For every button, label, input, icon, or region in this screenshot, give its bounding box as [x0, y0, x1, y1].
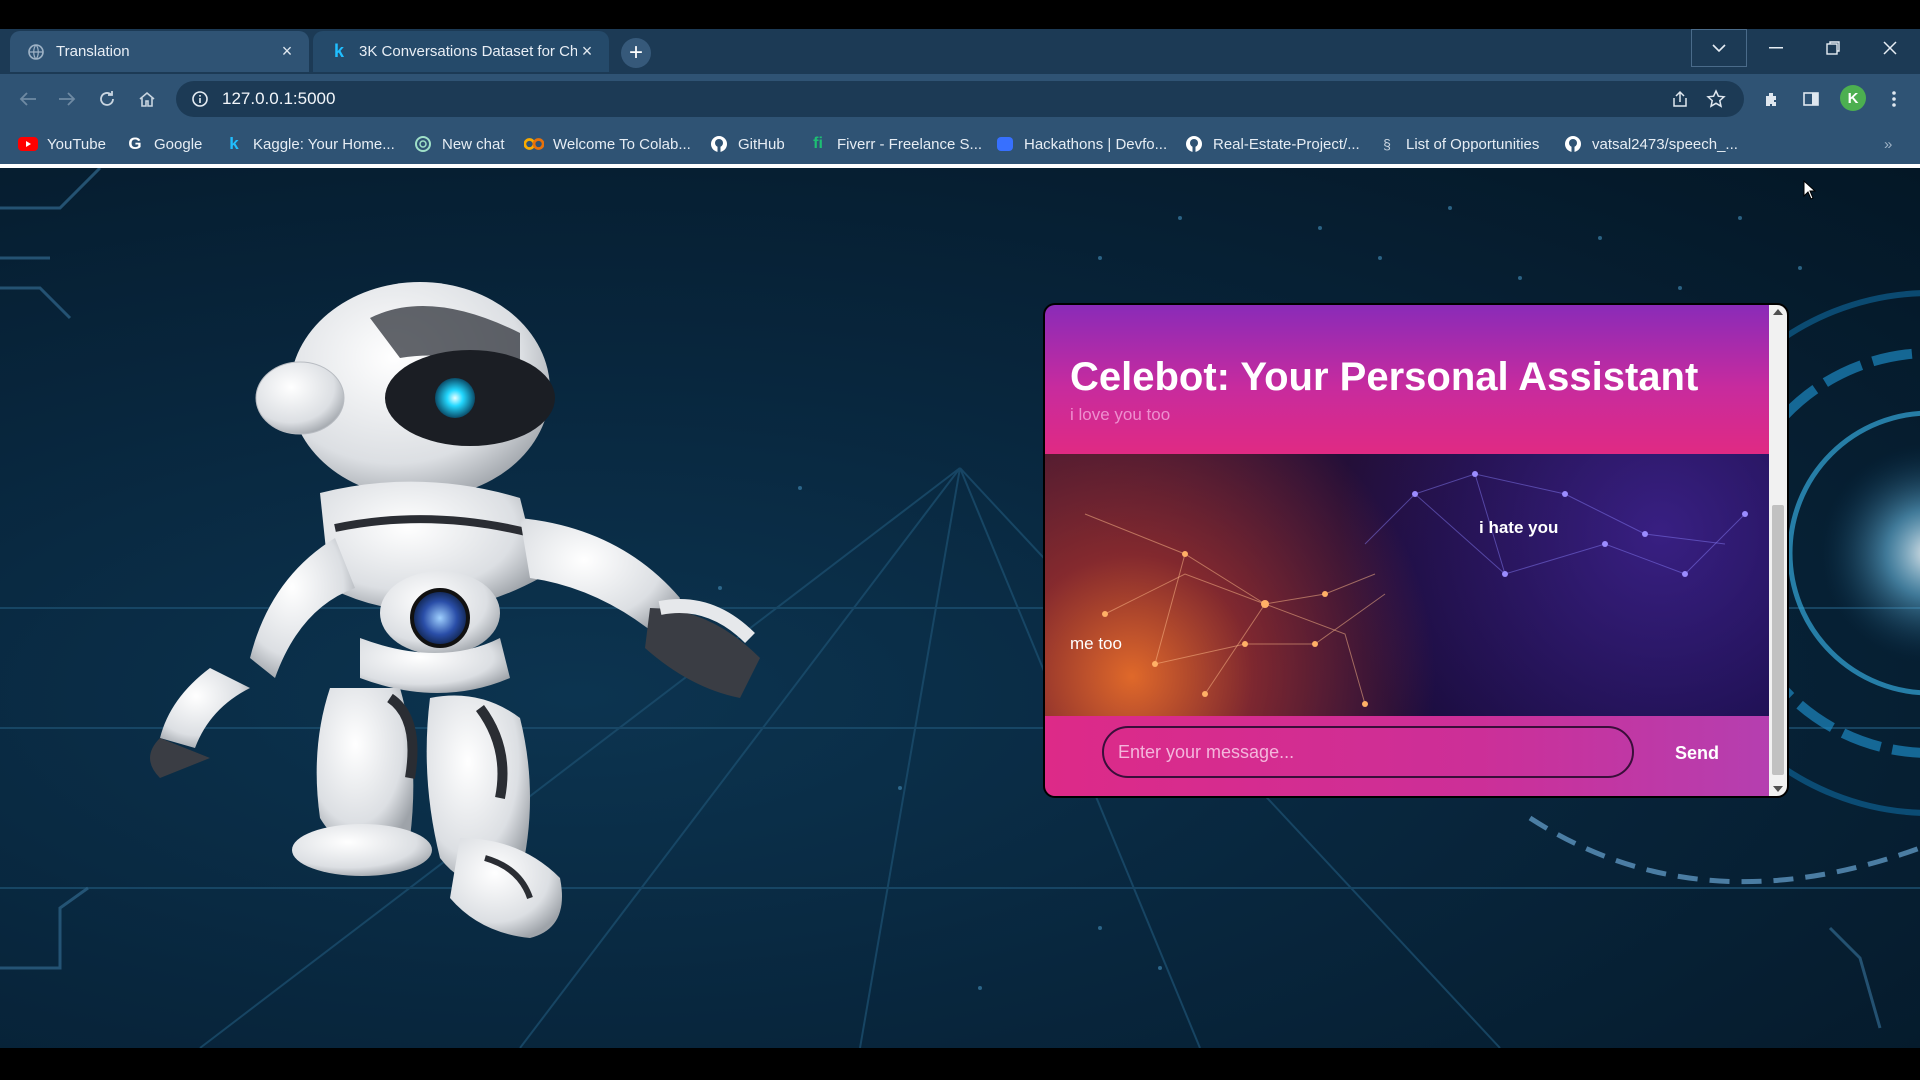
- bookmark-label: GitHub: [738, 135, 785, 153]
- home-icon: [139, 91, 155, 107]
- bookmark-label: New chat: [442, 135, 505, 153]
- colab-icon: [524, 134, 544, 154]
- openai-icon: [413, 134, 433, 154]
- scroll-up-arrow-icon[interactable]: [1773, 309, 1783, 315]
- tab-title: Translation: [56, 43, 130, 60]
- arrow-left-icon: [19, 92, 36, 106]
- bookmark-kaggle[interactable]: k Kaggle: Your Home...: [224, 133, 395, 155]
- fiverr-icon: fi: [813, 135, 823, 152]
- close-icon: [1883, 41, 1897, 55]
- bookmark-speech-repo[interactable]: vatsal2473/speech_...: [1563, 133, 1738, 155]
- bookmark-label: YouTube: [47, 135, 106, 153]
- chat-input-bar: Send: [1045, 716, 1769, 796]
- tab-search-button[interactable]: [1691, 29, 1747, 67]
- reload-button[interactable]: [93, 85, 121, 113]
- bookmarks-bar: YouTube G Google k Kaggle: Your Home... …: [0, 124, 1920, 164]
- extensions-icon[interactable]: [1758, 85, 1786, 113]
- close-window-button[interactable]: [1862, 29, 1918, 67]
- reload-icon: [100, 91, 114, 106]
- chat-widget: Celebot: Your Personal Assistant i love …: [1043, 303, 1789, 798]
- send-button[interactable]: Send: [1657, 734, 1737, 772]
- url-text: 127.0.0.1:5000: [222, 89, 336, 108]
- kaggle-icon: k: [229, 134, 239, 153]
- bookmark-label: vatsal2473/speech_...: [1592, 135, 1738, 153]
- info-icon[interactable]: [190, 89, 210, 109]
- message-bot: me too: [1070, 634, 1122, 653]
- bookmark-label: Real-Estate-Project/...: [1213, 135, 1360, 153]
- devfolio-icon: [995, 134, 1015, 154]
- bookmark-google[interactable]: G Google: [125, 133, 202, 155]
- restore-button[interactable]: [1805, 29, 1861, 67]
- bookmark-label: Kaggle: Your Home...: [253, 135, 395, 153]
- robot-illustration: [150, 282, 760, 938]
- github-icon: [1563, 134, 1583, 154]
- network-background: [1084, 471, 1748, 707]
- profile-avatar[interactable]: K: [1840, 85, 1866, 111]
- screen-bottom-strip: [0, 1048, 1920, 1080]
- tab-strip: Translation × k 3K Conversations Dataset…: [0, 29, 1920, 74]
- close-icon[interactable]: ×: [577, 41, 597, 62]
- bookmarks-overflow-button[interactable]: »: [1884, 133, 1892, 155]
- bookmark-fiverr[interactable]: fi Fiverr - Freelance S...: [808, 133, 982, 155]
- github-icon: [1184, 134, 1204, 154]
- chat-header: Celebot: Your Personal Assistant i love …: [1045, 305, 1769, 454]
- tab-conversations-dataset[interactable]: k 3K Conversations Dataset for Chatbot ×: [313, 31, 609, 72]
- screen-top-strip: [0, 0, 1920, 29]
- message-user: i hate you: [1479, 518, 1559, 537]
- google-icon: G: [128, 134, 142, 153]
- back-button[interactable]: [14, 85, 42, 113]
- restore-icon: [1826, 41, 1840, 55]
- star-icon[interactable]: [1706, 89, 1726, 109]
- new-tab-button[interactable]: +: [621, 38, 651, 68]
- list-icon: §: [1383, 136, 1391, 152]
- chat-title: Celebot: Your Personal Assistant: [1070, 355, 1699, 399]
- home-button[interactable]: [133, 85, 161, 113]
- share-icon[interactable]: [1670, 89, 1690, 109]
- arrow-right-icon: [59, 92, 76, 106]
- youtube-icon: [18, 134, 38, 154]
- chat-scrollbar[interactable]: [1769, 305, 1787, 796]
- bookmark-label: Hackathons | Devfo...: [1024, 135, 1168, 153]
- github-icon: [709, 134, 729, 154]
- globe-icon: [26, 42, 46, 62]
- browser-toolbar: 127.0.0.1:5000: [0, 74, 1920, 124]
- bookmark-list-of-opportunities[interactable]: § List of Opportunities: [1377, 133, 1539, 155]
- chat-messages[interactable]: i hate you me too: [1045, 454, 1769, 716]
- bookmark-label: Welcome To Colab...: [553, 135, 691, 153]
- address-bar[interactable]: 127.0.0.1:5000: [176, 81, 1744, 117]
- chevron-right-icon: »: [1884, 135, 1893, 153]
- bookmark-colab[interactable]: Welcome To Colab...: [524, 133, 691, 155]
- chevron-down-icon: [1712, 44, 1726, 53]
- forward-button[interactable]: [53, 85, 81, 113]
- bookmark-label: Fiverr - Freelance S...: [837, 135, 983, 153]
- bookmark-devfolio[interactable]: Hackathons | Devfo...: [995, 133, 1167, 155]
- bookmark-youtube[interactable]: YouTube: [18, 133, 106, 155]
- minimize-button[interactable]: [1748, 29, 1804, 67]
- close-icon[interactable]: ×: [277, 41, 297, 62]
- tab-title: 3K Conversations Dataset for Chatbot: [359, 43, 577, 60]
- page-viewport: Celebot: Your Personal Assistant i love …: [0, 168, 1920, 1048]
- chat-subtitle: i love you too: [1070, 405, 1171, 424]
- minimize-icon: [1769, 47, 1783, 49]
- tab-translation[interactable]: Translation ×: [10, 31, 309, 72]
- bookmark-github[interactable]: GitHub: [709, 133, 785, 155]
- bookmark-real-estate-project[interactable]: Real-Estate-Project/...: [1184, 133, 1360, 155]
- menu-kebab-icon[interactable]: [1880, 85, 1908, 113]
- message-input[interactable]: [1102, 726, 1634, 778]
- side-panel-icon[interactable]: [1797, 85, 1825, 113]
- bookmark-new-chat[interactable]: New chat: [413, 133, 505, 155]
- bookmark-label: List of Opportunities: [1406, 135, 1540, 153]
- mouse-cursor-icon: [1803, 180, 1817, 200]
- scrollbar-thumb[interactable]: [1772, 505, 1784, 775]
- bookmark-label: Google: [154, 135, 203, 153]
- scroll-down-arrow-icon[interactable]: [1773, 786, 1783, 792]
- kaggle-icon: k: [333, 41, 344, 61]
